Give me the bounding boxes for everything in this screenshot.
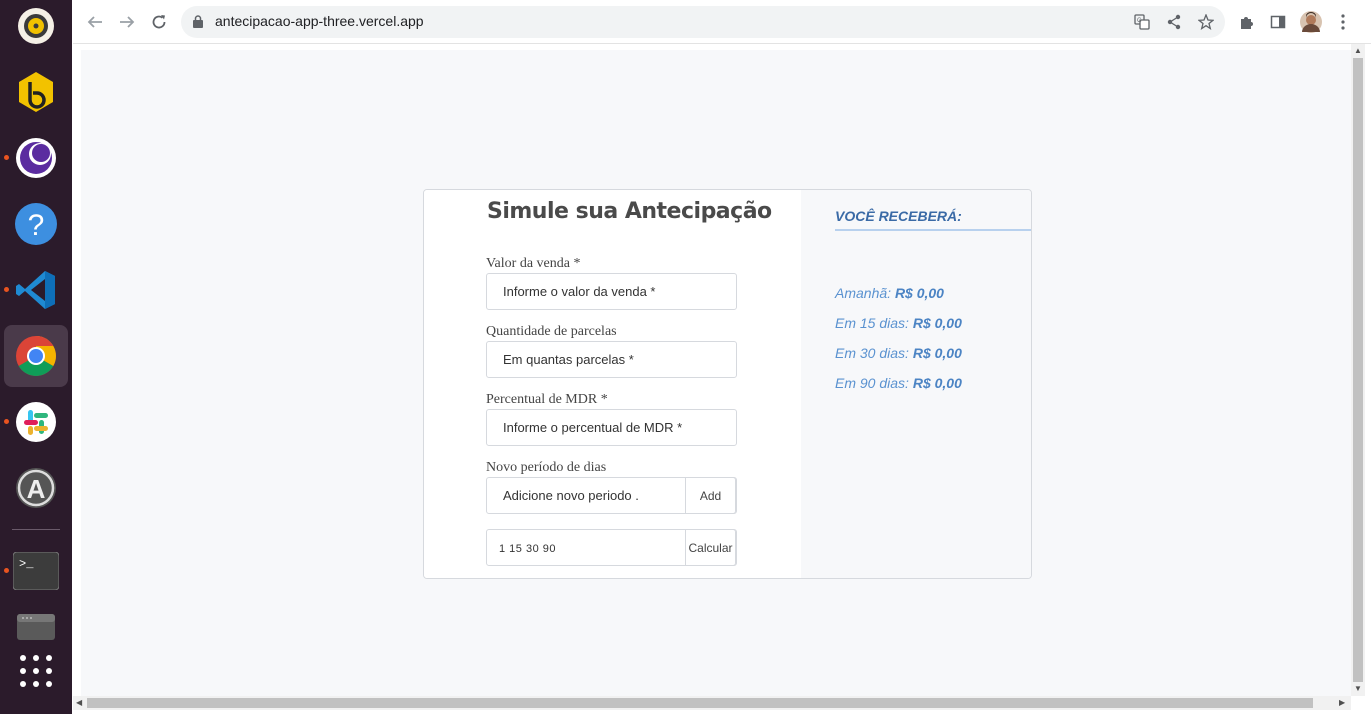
terminal-icon[interactable]: >_ (4, 540, 68, 602)
result-value: R$ 0,00 (912, 315, 962, 331)
result-divider (835, 229, 1031, 231)
reload-icon[interactable] (147, 10, 171, 34)
calculate-button[interactable]: Calcular (685, 529, 736, 566)
mdr-label: Percentual de MDR * (486, 392, 608, 407)
software-updater-icon[interactable]: A (4, 457, 68, 519)
bitwarden-icon[interactable] (4, 61, 68, 123)
periods-field[interactable]: 1 15 30 90 Calcular (486, 529, 737, 566)
result-label: Em 15 dias: (835, 315, 913, 331)
slack-icon[interactable] (4, 391, 68, 453)
vscode-icon[interactable] (4, 259, 68, 321)
firefox-nightly-icon[interactable] (4, 127, 68, 189)
extensions-icon[interactable] (1235, 11, 1257, 33)
result-30-days: Em 30 dias: R$ 0,00 (835, 345, 962, 361)
add-period-button[interactable]: Add (685, 477, 736, 514)
result-label: Amanhã: (835, 285, 895, 301)
menu-kebab-icon[interactable] (1332, 11, 1354, 33)
profile-avatar[interactable] (1300, 11, 1322, 33)
sale-value-placeholder: Informe o valor da venda * (503, 284, 656, 299)
app-grid-icon[interactable] (4, 640, 68, 702)
installments-placeholder: Em quantas parcelas * (503, 352, 634, 367)
form-title: Simule sua Antecipação (487, 199, 772, 224)
result-panel: VOCÊ RECEBERÁ: Amanhã: R$ 0,00 Em 15 dia… (801, 190, 1031, 578)
periods-value: 1 15 30 90 (499, 543, 556, 555)
installments-label: Quantidade de parcelas (486, 324, 617, 339)
simulator-form: Simule sua Antecipação Valor da venda * … (424, 190, 801, 578)
translate-icon[interactable]: G (1131, 11, 1153, 33)
new-period-input[interactable]: Adicione novo periodo . Add (486, 477, 737, 514)
result-90-days: Em 90 dias: R$ 0,00 (835, 375, 962, 391)
sale-value-input[interactable]: Informe o valor da venda * (486, 273, 737, 310)
mdr-input[interactable]: Informe o percentual de MDR * (486, 409, 737, 446)
svg-text:A: A (27, 474, 46, 504)
installments-input[interactable]: Em quantas parcelas * (486, 341, 737, 378)
simulator-card: Simule sua Antecipação Valor da venda * … (423, 189, 1032, 579)
chrome-icon[interactable] (4, 325, 68, 387)
horizontal-scroll-thumb[interactable] (87, 698, 1313, 708)
new-period-label: Novo período de dias (486, 460, 607, 475)
svg-text:?: ? (28, 209, 45, 242)
share-icon[interactable] (1163, 11, 1185, 33)
address-bar[interactable]: antecipacao-app-three.vercel.app G (181, 6, 1225, 38)
scroll-up-icon[interactable]: ▲ (1354, 46, 1362, 55)
result-tomorrow: Amanhã: R$ 0,00 (835, 285, 944, 301)
result-value: R$ 0,00 (912, 345, 962, 361)
back-icon[interactable] (83, 10, 107, 34)
result-value: R$ 0,00 (912, 375, 962, 391)
side-panel-icon[interactable] (1267, 11, 1289, 33)
new-period-placeholder: Adicione novo periodo . (503, 488, 639, 503)
result-15-days: Em 15 dias: R$ 0,00 (835, 315, 962, 331)
ubuntu-dock: ? A >_ (0, 0, 72, 714)
horizontal-scrollbar[interactable]: ◀ ▶ (73, 696, 1351, 710)
result-label: Em 90 dias: (835, 375, 913, 391)
svg-text:>_: >_ (19, 557, 34, 571)
rhythmbox-icon[interactable] (4, 0, 68, 57)
browser-toolbar: antecipacao-app-three.vercel.app G (73, 0, 1371, 44)
svg-text:G: G (1137, 18, 1142, 24)
vertical-scrollbar[interactable]: ▲ ▼ (1351, 44, 1365, 696)
help-icon[interactable]: ? (4, 193, 68, 255)
lock-icon[interactable] (193, 15, 203, 33)
mdr-placeholder: Informe o percentual de MDR * (503, 420, 683, 435)
scroll-right-icon[interactable]: ▶ (1339, 698, 1345, 707)
result-value: R$ 0,00 (894, 285, 944, 301)
sale-value-label: Valor da venda * (486, 256, 581, 271)
forward-icon[interactable] (115, 10, 139, 34)
scroll-left-icon[interactable]: ◀ (76, 698, 82, 707)
url-text[interactable]: antecipacao-app-three.vercel.app (215, 13, 424, 29)
result-title: VOCÊ RECEBERÁ: (835, 208, 962, 224)
scroll-down-icon[interactable]: ▼ (1354, 684, 1362, 693)
vertical-scroll-thumb[interactable] (1353, 58, 1363, 682)
bookmark-star-icon[interactable] (1195, 11, 1217, 33)
result-label: Em 30 dias: (835, 345, 913, 361)
